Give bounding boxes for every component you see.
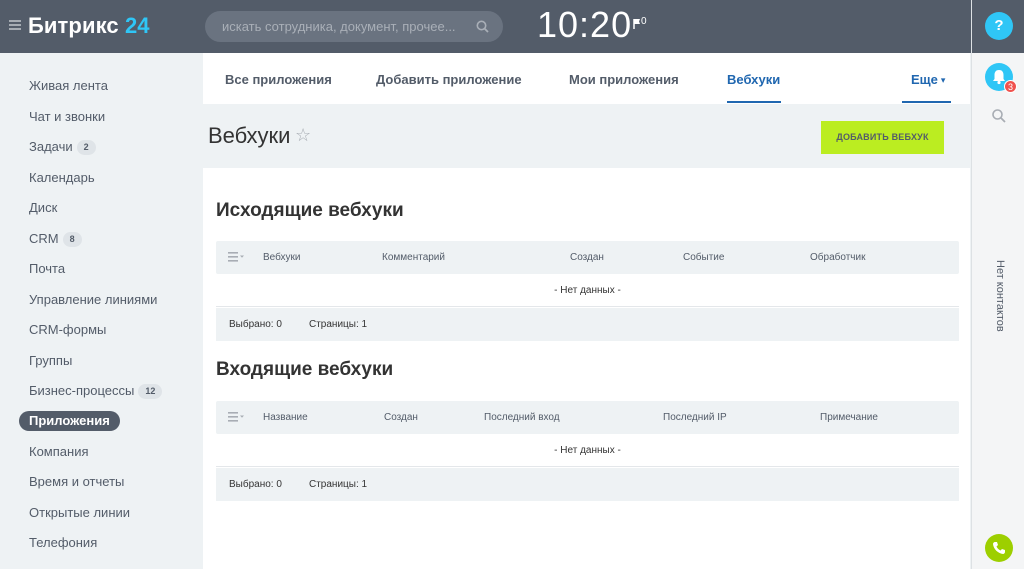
menu-item-tasks[interactable]: Задачи 2 — [19, 137, 106, 157]
menu-burger-icon[interactable] — [9, 20, 21, 30]
grid-settings-icon[interactable] — [228, 252, 244, 262]
menu-item-calendar[interactable]: Календарь — [19, 168, 105, 188]
selected-count: Выбрано: 0 — [229, 479, 282, 490]
phone-icon — [993, 542, 1005, 554]
menu-item-bizproc[interactable]: Бизнес-процессы 12 — [19, 381, 172, 401]
help-button[interactable]: ? — [985, 12, 1013, 40]
column-header[interactable]: Последний вход — [484, 412, 560, 423]
logo-text: Битрикс — [28, 13, 119, 38]
menu-item-label: CRM-формы — [29, 322, 107, 337]
menu-item-label: Задачи — [29, 139, 73, 154]
column-header[interactable]: Событие — [683, 252, 724, 263]
column-header[interactable]: Последний IP — [663, 412, 727, 423]
incoming-webhooks-title: Входящие вебхуки — [216, 359, 394, 380]
menu-item-chat[interactable]: Чат и звонки — [19, 107, 115, 127]
tab-more-label: Еще — [911, 72, 938, 87]
grid-header: Вебхуки Комментарий Создан Событие Обраб… — [216, 241, 959, 274]
menu-counter: 12 — [138, 384, 163, 399]
menu-item-label: Открытые линии — [29, 505, 131, 520]
menu-item-crm[interactable]: CRM 8 — [19, 229, 92, 249]
right-panel: ? 3 Нет контактов — [971, 0, 1024, 569]
left-menu: Живая лента Чат и звонки Задачи 2 Календа… — [0, 53, 203, 569]
add-webhook-button[interactable]: ДОБАВИТЬ ВЕБХУК — [821, 121, 944, 154]
notifications-badge: 3 — [1004, 80, 1017, 93]
menu-item-label: Почта — [29, 261, 66, 276]
grid-header: Название Создан Последний вход Последний… — [216, 401, 959, 434]
menu-item-crm-forms[interactable]: CRM-формы — [19, 320, 116, 340]
menu-item-label: Диск — [29, 200, 58, 215]
no-contacts-label: Нет контактов — [994, 260, 1006, 332]
flag-counter: 0 — [641, 16, 647, 27]
column-header[interactable]: Создан — [570, 252, 604, 263]
menu-item-feed[interactable]: Живая лента — [19, 76, 118, 96]
menu-item-apps[interactable]: Приложения — [19, 411, 120, 431]
page-title: Вебхуки — [208, 123, 291, 148]
menu-counter: 8 — [62, 232, 82, 247]
menu-item-time[interactable]: Время и отчеты — [19, 472, 134, 492]
menu-item-label: Телефония — [29, 535, 98, 550]
search-input[interactable]: искать сотрудника, документ, прочее... — [205, 11, 503, 42]
menu-item-label: Время и отчеты — [29, 474, 125, 489]
tab-my-apps[interactable]: Мои приложения — [569, 72, 679, 87]
menu-item-company[interactable]: Компания — [19, 442, 99, 462]
grid-empty-row: - Нет данных - — [216, 434, 959, 467]
logo[interactable]: Битрикс 24 — [28, 13, 150, 39]
column-header[interactable]: Примечание — [820, 412, 878, 423]
star-icon[interactable]: ☆ — [295, 125, 311, 146]
grid-settings-icon[interactable] — [228, 412, 244, 422]
help-strip: ? — [972, 0, 1024, 53]
chevron-down-icon: ▾ — [940, 75, 946, 85]
search-icon[interactable] — [476, 20, 489, 33]
apps-tabs: Все приложения Добавить приложение Мои п… — [203, 53, 970, 104]
column-header[interactable]: Название — [263, 412, 308, 423]
menu-counter: 2 — [76, 140, 96, 155]
tab-add-app[interactable]: Добавить приложение — [376, 72, 522, 87]
main-content: Исходящие вебхуки Вебхуки Комментарий Со… — [203, 168, 970, 569]
menu-item-label: Управление линиями — [29, 292, 158, 307]
column-header[interactable]: Создан — [384, 412, 418, 423]
grid-footer: Выбрано: 0 Страницы: 1 — [216, 308, 959, 341]
menu-item-label: Живая лента — [29, 78, 108, 93]
column-header[interactable]: Обработчик — [810, 252, 865, 263]
menu-item-mail[interactable]: Почта — [19, 259, 75, 279]
menu-item-label: Компания — [29, 444, 89, 459]
grid-footer: Выбрано: 0 Страницы: 1 — [216, 468, 959, 501]
menu-item-openlines[interactable]: Открытые линии — [19, 503, 140, 523]
search-placeholder: искать сотрудника, документ, прочее... — [222, 19, 456, 34]
tab-all-apps[interactable]: Все приложения — [225, 72, 332, 87]
menu-item-telephony[interactable]: Телефония — [19, 533, 107, 553]
menu-item-label: CRM — [29, 231, 59, 246]
menu-item-label: Бизнес-процессы — [29, 383, 135, 398]
outgoing-webhooks-title: Исходящие вебхуки — [216, 200, 404, 221]
pages-label: Страницы: 1 — [309, 479, 368, 490]
title-bar: Вебхуки ☆ ДОБАВИТЬ ВЕБХУК — [203, 104, 970, 168]
column-header[interactable]: Вебхуки — [263, 252, 300, 263]
menu-item-label: Группы — [29, 353, 73, 368]
menu-item-label: Чат и звонки — [29, 109, 106, 124]
logo-number: 24 — [124, 13, 150, 38]
search-icon[interactable] — [991, 108, 1007, 124]
tab-webhooks[interactable]: Вебхуки — [727, 72, 780, 87]
pages-label: Страницы: 1 — [309, 319, 368, 330]
tab-more[interactable]: Еще ▾ — [911, 72, 945, 87]
top-header: Битрикс 24 искать сотрудника, документ, … — [0, 0, 971, 53]
grid-empty-row: - Нет данных - — [216, 274, 959, 307]
selected-count: Выбрано: 0 — [229, 319, 282, 330]
menu-item-lines[interactable]: Управление линиями — [19, 290, 167, 310]
menu-item-groups[interactable]: Группы — [19, 351, 82, 371]
active-tab-underline — [727, 101, 781, 103]
more-tab-underline — [902, 101, 951, 103]
phone-button[interactable] — [985, 534, 1013, 562]
menu-item-label: Календарь — [29, 170, 95, 185]
column-header[interactable]: Комментарий — [382, 252, 445, 263]
menu-item-label: Приложения — [29, 413, 110, 428]
clock[interactable]: 10:20 — [537, 4, 632, 46]
menu-item-disk[interactable]: Диск — [19, 198, 67, 218]
